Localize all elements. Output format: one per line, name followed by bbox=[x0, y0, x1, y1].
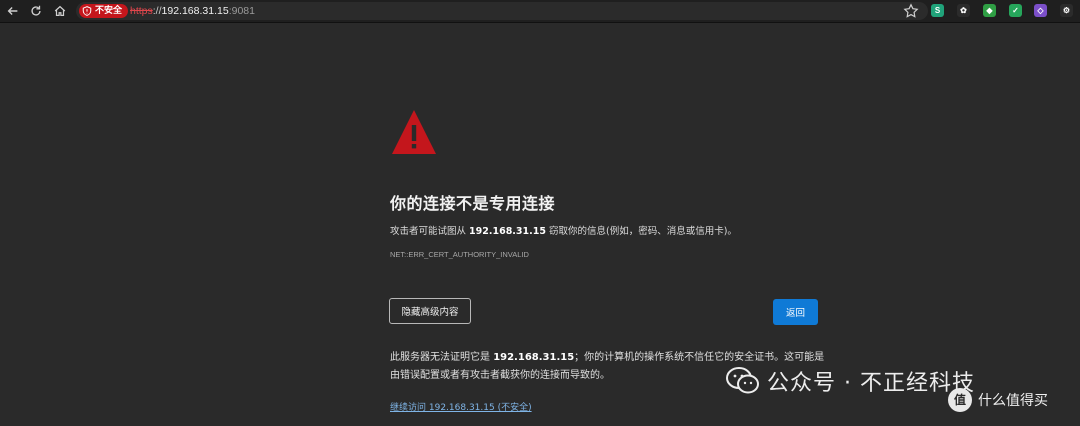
address-bar[interactable]: 不安全 https://192.168.31.15:9081 bbox=[76, 2, 928, 20]
home-button[interactable] bbox=[51, 2, 69, 20]
url-text: https://192.168.31.15:9081 bbox=[130, 2, 255, 20]
url-scheme: https bbox=[130, 5, 153, 17]
back-button[interactable]: 返回 bbox=[773, 299, 818, 325]
url-host: 192.168.31.15 bbox=[161, 5, 229, 17]
warning-triangle-icon bbox=[392, 110, 436, 154]
shield-warning-icon bbox=[82, 6, 92, 16]
extension-icon-1[interactable]: S bbox=[931, 4, 944, 17]
desc-host: 192.168.31.15 bbox=[469, 226, 546, 237]
home-icon bbox=[54, 5, 66, 16]
wechat-icon bbox=[726, 367, 759, 394]
extension-icon-5[interactable]: ◇ bbox=[1034, 4, 1047, 17]
extensions-puzzle-icon[interactable]: ⚙ bbox=[1060, 4, 1073, 17]
url-separator: :// bbox=[152, 5, 162, 17]
back-nav-button[interactable] bbox=[4, 2, 22, 20]
extension-icon-4[interactable]: ✓ bbox=[1009, 4, 1022, 17]
watermark-text: 公众号 · 不正经科技 bbox=[767, 371, 975, 396]
favorite-star-icon[interactable] bbox=[903, 3, 919, 19]
watermark: 公众号 · 不正经科技 bbox=[725, 364, 975, 398]
url-port: :9081 bbox=[228, 5, 255, 17]
details-before: 此服务器无法证明它是 bbox=[390, 352, 494, 363]
corner-watermark: 值 什么值得买 bbox=[948, 388, 1048, 412]
corner-text: 什么值得买 bbox=[978, 393, 1048, 409]
security-label: 不安全 bbox=[95, 6, 123, 16]
browser-toolbar: 不安全 https://192.168.31.15:9081 S ✿ ◆ ✓ ◇… bbox=[0, 0, 1080, 23]
desc-before: 攻击者可能试图从 bbox=[390, 226, 470, 237]
reload-button[interactable] bbox=[27, 2, 45, 20]
proceed-unsafe-link[interactable]: 继续访问 192.168.31.15 (不安全) bbox=[390, 400, 532, 413]
hide-advanced-button[interactable]: 隐藏高级内容 bbox=[389, 298, 471, 324]
details-host: 192.168.31.15 bbox=[493, 352, 575, 363]
error-description: 攻击者可能试图从 192.168.31.15 窃取你的信息(例如，密码、消息或信… bbox=[390, 223, 737, 237]
corner-logo: 值 bbox=[948, 388, 972, 412]
extension-icon-3[interactable]: ◆ bbox=[983, 4, 996, 17]
error-code: NET::ERR_CERT_AUTHORITY_INVALID bbox=[390, 250, 529, 259]
error-title: 你的连接不是专用连接 bbox=[390, 194, 556, 213]
desc-after: 窃取你的信息(例如，密码、消息或信用卡)。 bbox=[545, 226, 737, 237]
extension-icon-2[interactable]: ✿ bbox=[957, 4, 970, 17]
security-badge[interactable]: 不安全 bbox=[79, 4, 129, 18]
reload-icon bbox=[31, 5, 41, 16]
arrow-left-icon bbox=[7, 7, 18, 15]
